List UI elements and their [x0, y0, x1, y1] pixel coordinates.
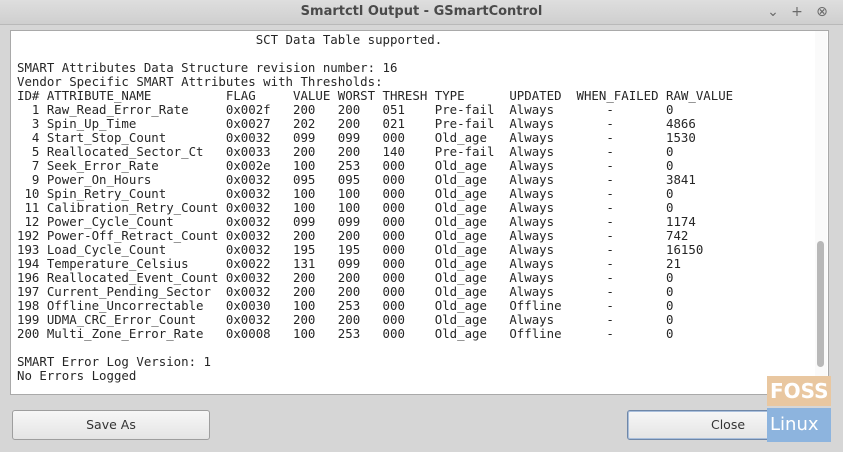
output-line: 5 Reallocated_Sector_Ct 0x0033 200 200 1… — [17, 144, 674, 159]
output-line: 199 UDMA_CRC_Error_Count 0x0032 200 200 … — [17, 312, 674, 327]
output-line: 194 Temperature_Celsius 0x0022 131 099 0… — [17, 256, 681, 271]
output-line: No Errors Logged — [17, 368, 137, 383]
save-as-button[interactable]: Save As — [12, 410, 210, 440]
output-line: ID# ATTRIBUTE_NAME FLAG VALUE WORST THRE… — [17, 88, 734, 103]
window-close-button[interactable]: ⊗ — [813, 3, 831, 21]
output-line: 3 Spin_Up_Time 0x0027 202 200 021 Pre-fa… — [17, 116, 696, 131]
smartctl-output-area[interactable]: SCT Data Table supported. SMART Attribut… — [10, 30, 829, 395]
output-line: 198 Offline_Uncorrectable 0x0030 100 253… — [17, 298, 674, 313]
output-line: 7 Seek_Error_Rate 0x002e 100 253 000 Old… — [17, 158, 674, 173]
output-line: 200 Multi_Zone_Error_Rate 0x0008 100 253… — [17, 326, 674, 341]
fosslinux-logo: FOSS Linux — [767, 376, 831, 442]
output-line: 9 Power_On_Hours 0x0032 095 095 000 Old_… — [17, 172, 696, 187]
output-line: 4 Start_Stop_Count 0x0032 099 099 000 Ol… — [17, 130, 696, 145]
output-line: SMART Error Log Version: 1 — [17, 354, 211, 369]
output-line: 11 Calibration_Retry_Count 0x0032 100 10… — [17, 200, 674, 215]
logo-linux-text: Linux — [767, 408, 831, 442]
window-title: Smartctl Output - GSmartControl — [300, 4, 543, 19]
output-line: SMART Attributes Data Structure revision… — [17, 60, 398, 75]
output-line: 1 Raw_Read_Error_Rate 0x002f 200 200 051… — [17, 102, 674, 117]
maximize-button[interactable]: + — [788, 3, 806, 21]
output-line: 10 Spin_Retry_Count 0x0032 100 100 000 O… — [17, 186, 674, 201]
output-line: 193 Load_Cycle_Count 0x0032 195 195 000 … — [17, 242, 704, 257]
title-bar: Smartctl Output - GSmartControl ⌄ + ⊗ — [0, 0, 843, 25]
output-line: 12 Power_Cycle_Count 0x0032 099 099 000 … — [17, 214, 696, 229]
scrollbar-thumb[interactable] — [817, 241, 824, 367]
output-line: Vendor Specific SMART Attributes with Th… — [17, 74, 383, 89]
vertical-scrollbar[interactable] — [815, 31, 827, 394]
output-line: 197 Current_Pending_Sector 0x0032 200 20… — [17, 284, 674, 299]
output-line: 192 Power-Off_Retract_Count 0x0032 200 2… — [17, 228, 689, 243]
output-text: SCT Data Table supported. SMART Attribut… — [17, 33, 733, 383]
output-line: 196 Reallocated_Event_Count 0x0032 200 2… — [17, 270, 674, 285]
minimize-button[interactable]: ⌄ — [764, 3, 782, 21]
logo-foss-text: FOSS — [767, 376, 831, 406]
output-line: SCT Data Table supported. — [17, 32, 443, 47]
